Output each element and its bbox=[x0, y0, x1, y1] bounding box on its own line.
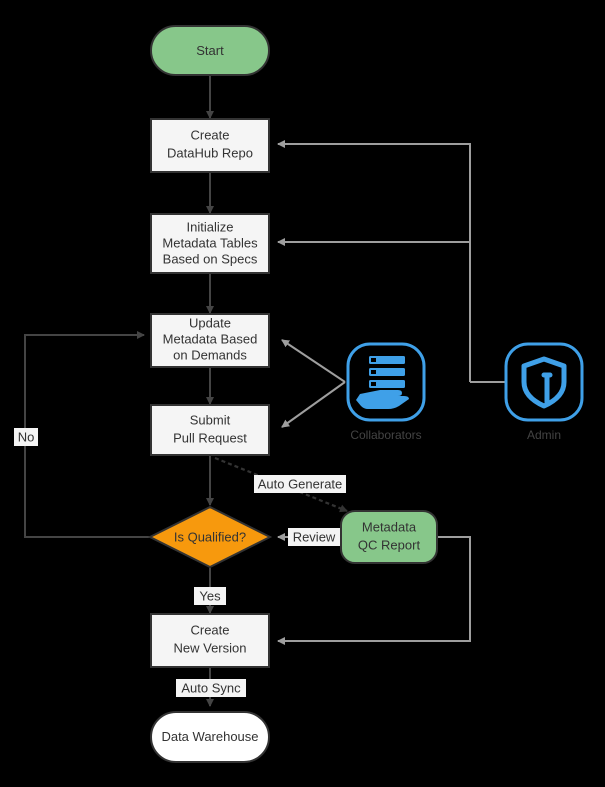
flowchart-canvas: Start Create DataHub Repo Initialize Met… bbox=[0, 0, 605, 787]
node-submit-pr-label-line2: Pull Request bbox=[173, 430, 247, 445]
admin-icon-frame bbox=[504, 342, 584, 422]
node-init-tables-label-line1: Initialize bbox=[187, 219, 234, 234]
edge-admin-to-create-repo bbox=[277, 140, 471, 382]
edge-label-no: No bbox=[14, 428, 38, 446]
edge-collaborators-to-submit-pr bbox=[281, 381, 346, 428]
node-create-repo[interactable]: Create DataHub Repo bbox=[150, 118, 270, 173]
node-data-warehouse[interactable]: Data Warehouse bbox=[150, 711, 270, 763]
edge-label-no-text: No bbox=[18, 429, 35, 444]
node-start[interactable]: Start bbox=[150, 25, 270, 76]
node-data-warehouse-label: Data Warehouse bbox=[161, 729, 258, 744]
node-create-version[interactable]: Create New Version bbox=[150, 613, 270, 668]
node-submit-pr[interactable]: Submit Pull Request bbox=[150, 404, 270, 456]
node-start-label: Start bbox=[196, 43, 224, 58]
edge-label-auto-sync: Auto Sync bbox=[176, 679, 246, 697]
edge-label-auto-generate-text: Auto Generate bbox=[258, 476, 343, 491]
node-update-metadata-label-line3: on Demands bbox=[173, 347, 247, 362]
node-is-qualified-label: Is Qualified? bbox=[174, 529, 246, 544]
node-update-metadata[interactable]: Update Metadata Based on Demands bbox=[150, 313, 270, 368]
edge-label-review: Review bbox=[288, 528, 340, 546]
node-qc-report-label-line2: QC Report bbox=[358, 537, 421, 552]
actor-admin[interactable]: Admin bbox=[504, 342, 584, 442]
edge-no-loop-to-update-metadata bbox=[24, 331, 151, 538]
node-create-version-label-line1: Create bbox=[190, 622, 229, 637]
edge-label-review-text: Review bbox=[293, 529, 336, 544]
actor-collaborators-label: Collaborators bbox=[350, 428, 421, 442]
edge-label-auto-generate: Auto Generate bbox=[254, 475, 346, 493]
node-update-metadata-label-line2: Metadata Based bbox=[163, 331, 258, 346]
edge-collaborators-to-update-metadata bbox=[281, 339, 346, 383]
node-submit-pr-label-line1: Submit bbox=[190, 412, 231, 427]
edge-label-yes: Yes bbox=[194, 587, 226, 605]
edge-label-yes-text: Yes bbox=[199, 588, 221, 603]
node-update-metadata-label-line1: Update bbox=[189, 315, 231, 330]
actor-collaborators[interactable]: Collaborators bbox=[346, 342, 426, 442]
hand-holding-documents-icon bbox=[356, 356, 409, 409]
node-is-qualified[interactable]: Is Qualified? bbox=[147, 505, 273, 569]
node-create-repo-label-line1: Create bbox=[190, 127, 229, 142]
node-create-repo-label-line2: DataHub Repo bbox=[167, 145, 253, 160]
node-init-tables[interactable]: Initialize Metadata Tables Based on Spec… bbox=[150, 213, 270, 274]
edge-label-auto-sync-text: Auto Sync bbox=[181, 680, 241, 695]
node-init-tables-label-line3: Based on Specs bbox=[163, 251, 258, 266]
node-qc-report[interactable]: Metadata QC Report bbox=[340, 510, 438, 564]
node-create-version-label-line2: New Version bbox=[174, 640, 247, 655]
shield-icon bbox=[521, 356, 567, 409]
actor-admin-label: Admin bbox=[527, 428, 561, 442]
node-qc-report-label-line1: Metadata bbox=[362, 519, 417, 534]
node-init-tables-label-line2: Metadata Tables bbox=[162, 235, 258, 250]
flowchart-svg: Start Create DataHub Repo Initialize Met… bbox=[14, 25, 584, 763]
